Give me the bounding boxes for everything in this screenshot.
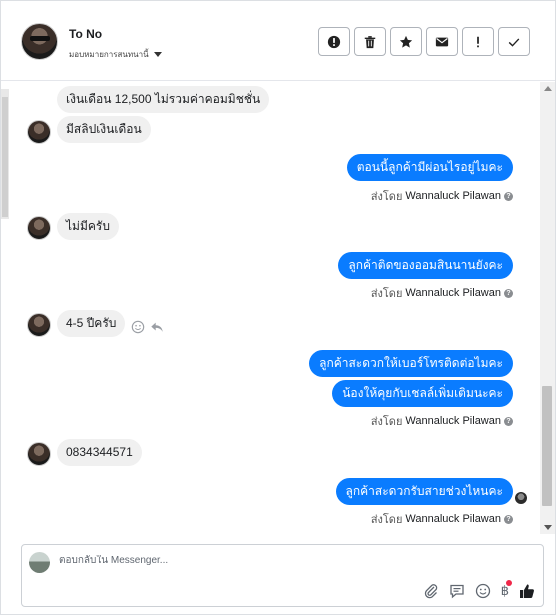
incoming-message[interactable]: ไม่มีครับ xyxy=(57,213,119,240)
seen-avatar xyxy=(515,492,527,504)
attachment-icon xyxy=(424,584,437,599)
incoming-message[interactable]: เงินเดือน 12,500 ไม่รวมค่าคอมมิชชั่น xyxy=(57,86,270,113)
caret-down-icon xyxy=(153,52,162,57)
delete-button[interactable] xyxy=(354,27,386,56)
emoji-icon xyxy=(475,583,490,599)
sent-by-prefix: ส่งโดย xyxy=(370,288,403,300)
outgoing-message[interactable]: ลูกค้าติดของออมสินนานยังคะ xyxy=(338,252,513,279)
like-icon xyxy=(520,584,534,598)
conversation-actions xyxy=(318,27,530,56)
incoming-message[interactable]: 0834344571 xyxy=(57,439,142,466)
sender-name[interactable]: Wannaluck Pilawan xyxy=(405,415,501,427)
reply-input[interactable] xyxy=(59,555,519,566)
reply-icon[interactable] xyxy=(150,320,164,334)
sent-by-line: ส่งโดย Wannaluck Pilawan ? xyxy=(371,510,513,528)
scroll-down-arrow-icon[interactable] xyxy=(544,525,552,530)
incoming-message[interactable]: 4-5 ปีครับ xyxy=(57,310,126,337)
emoji-react-icon[interactable] xyxy=(131,320,145,334)
help-icon[interactable]: ? xyxy=(504,191,513,201)
help-icon[interactable]: ? xyxy=(504,288,513,298)
outgoing-message[interactable]: น้องให้คุยกับเชลล์เพิ่มเติมนะคะ xyxy=(332,380,513,407)
page-avatar xyxy=(29,552,50,573)
sent-by-prefix: ส่งโดย xyxy=(370,514,403,526)
contact-avatar-small xyxy=(27,120,51,144)
sent-by-line: ส่งโดย Wannaluck Pilawan ? xyxy=(371,284,513,302)
contact-avatar-small xyxy=(27,442,51,466)
like-button[interactable] xyxy=(519,583,535,599)
sent-by-line: ส่งโดย Wannaluck Pilawan ? xyxy=(371,412,513,430)
sent-by-prefix: ส่งโดย xyxy=(370,191,403,203)
saved-reply-button[interactable] xyxy=(449,583,465,599)
sent-by-prefix: ส่งโดย xyxy=(370,416,403,428)
message-hover-actions xyxy=(131,320,164,334)
incoming-message[interactable]: มีสลิปเงินเดือน xyxy=(57,116,151,143)
conversation-header: To No มอบหมายการสนทนานี้ xyxy=(1,1,555,81)
mark-done-button[interactable] xyxy=(498,27,530,56)
attachment-button[interactable] xyxy=(423,583,439,599)
trash-icon xyxy=(364,35,376,48)
follow-up-button[interactable] xyxy=(462,27,494,56)
outgoing-message[interactable]: ลูกค้าสะดวกให้เบอร์โทรติดต่อไมคะ xyxy=(309,350,513,377)
assign-conversation-dropdown[interactable]: มอบหมายการสนทนานี้ xyxy=(69,48,162,61)
messenger-inbox-panel: To No มอบหมายการสนทนานี้ เงินเดือน 12,50… xyxy=(0,0,556,615)
contact-avatar-small xyxy=(27,313,51,337)
sent-by-line: ส่งโดย Wannaluck Pilawan ? xyxy=(371,187,513,205)
scroll-up-arrow-icon[interactable] xyxy=(544,86,552,91)
alert-circle-icon xyxy=(327,35,341,48)
message-thread: เงินเดือน 12,500 ไม่รวมค่าคอมมิชชั่น มีส… xyxy=(1,82,555,534)
sender-name[interactable]: Wannaluck Pilawan xyxy=(405,287,501,299)
help-icon[interactable]: ? xyxy=(504,514,513,524)
contact-name[interactable]: To No xyxy=(69,27,102,41)
emoji-button[interactable] xyxy=(475,583,491,599)
thread-scrollbar[interactable] xyxy=(540,82,555,534)
star-icon xyxy=(399,35,413,48)
help-icon[interactable]: ? xyxy=(504,416,513,426)
sender-name[interactable]: Wannaluck Pilawan xyxy=(405,513,501,525)
mark-unread-button[interactable] xyxy=(426,27,458,56)
envelope-icon xyxy=(435,37,449,46)
check-icon xyxy=(508,37,520,47)
composer-toolbar: ฿ xyxy=(423,580,535,599)
outgoing-message[interactable]: ลูกค้าสะดวกรับสายช่วงไหนคะ xyxy=(335,478,513,505)
notification-dot xyxy=(506,580,512,586)
saved-reply-icon xyxy=(450,584,464,599)
exclamation-icon xyxy=(477,36,479,47)
contact-avatar-small xyxy=(27,216,51,240)
payment-button[interactable]: ฿ xyxy=(501,580,512,599)
report-spam-button[interactable] xyxy=(318,27,350,56)
sender-name[interactable]: Wannaluck Pilawan xyxy=(405,190,501,202)
reply-composer: ฿ xyxy=(21,544,544,607)
outgoing-message[interactable]: ตอนนี้ลูกค้ามีผ่อนไรอยู่ไมคะ xyxy=(346,154,513,181)
thread-scrollbar-thumb[interactable] xyxy=(542,386,552,506)
contact-avatar[interactable] xyxy=(21,23,58,60)
assign-label: มอบหมายการสนทนานี้ xyxy=(69,50,149,59)
star-button[interactable] xyxy=(390,27,422,56)
